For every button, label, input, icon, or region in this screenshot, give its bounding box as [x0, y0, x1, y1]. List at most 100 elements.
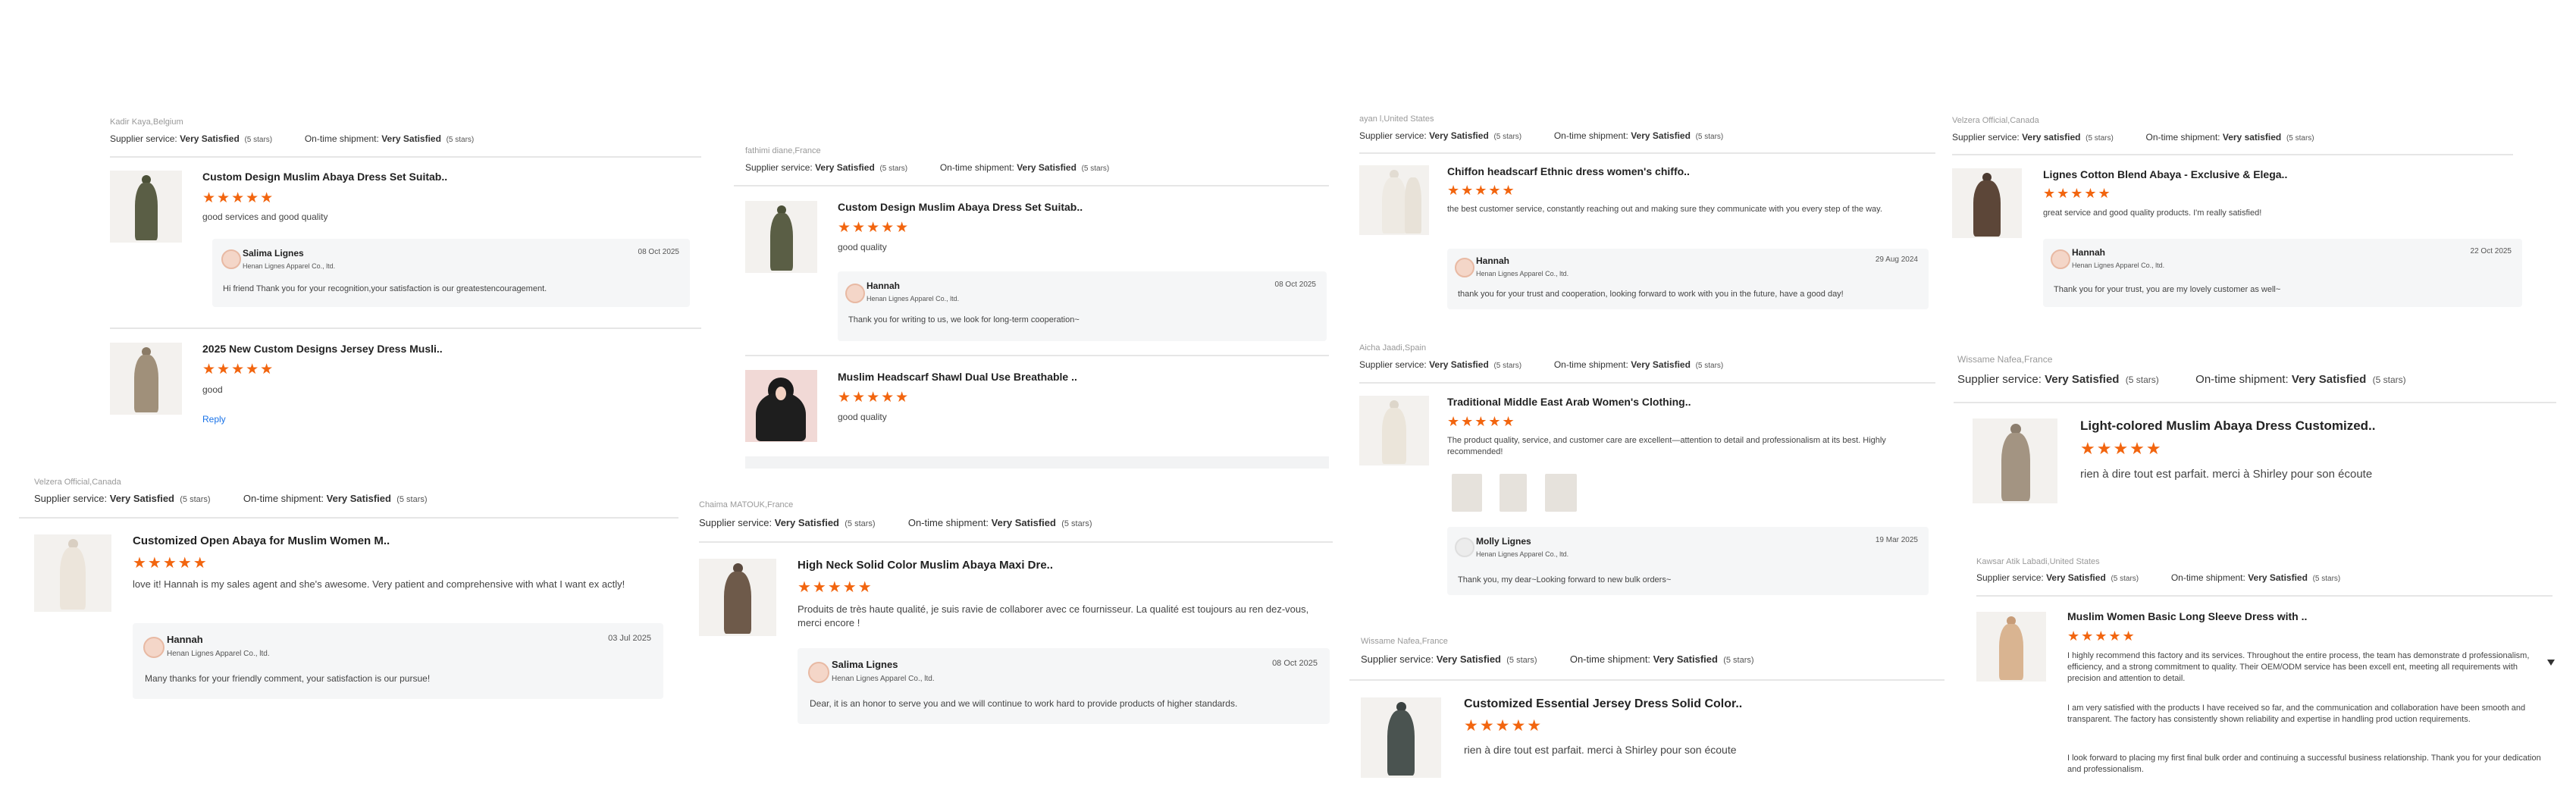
- review-card: Wissame Nafea,France Supplier service: V…: [1349, 637, 1945, 796]
- rating-summary: Supplier service: Very Satisfied (5 star…: [110, 133, 475, 144]
- reply-author: Hannah: [867, 280, 901, 291]
- review-comment: good: [202, 384, 223, 395]
- reviewer-name: Wissame Nafea,France: [1361, 637, 1448, 646]
- product-thumbnail[interactable]: [1952, 168, 2022, 238]
- reply-date: 08 Oct 2025: [1274, 280, 1316, 289]
- product-thumbnail[interactable]: [110, 171, 182, 243]
- star-rating: ★★★★★: [838, 390, 910, 406]
- reply-company: Henan Lignes Apparel Co., ltd.: [1476, 270, 1569, 277]
- review-comment-paragraph: I am very satisfied with the products I …: [2067, 704, 2526, 724]
- supplier-reply: Salima Lignes Henan Lignes Apparel Co., …: [212, 239, 690, 307]
- reviewer-name: Chaima MATOUK,France: [699, 500, 794, 509]
- reply-author: Hannah: [1476, 255, 1510, 266]
- product-thumbnail[interactable]: [1973, 418, 2057, 503]
- product-title[interactable]: Lignes Cotton Blend Abaya - Exclusive & …: [2043, 168, 2287, 180]
- rating-summary: Supplier service: Very Satisfied (5 star…: [1361, 653, 1754, 665]
- reply-date: 08 Oct 2025: [638, 248, 679, 256]
- review-card: ayan l,United States Supplier service: V…: [1359, 112, 1935, 317]
- product-title[interactable]: Muslim Headscarf Shawl Dual Use Breathab…: [838, 371, 1077, 383]
- avatar: [845, 284, 865, 303]
- review-comment: good quality: [838, 412, 887, 422]
- reply-author: Salima Lignes: [832, 659, 898, 670]
- review-comment: rien à dire tout est parfait. merci à Sh…: [1464, 744, 1737, 756]
- product-title[interactable]: Light-colored Muslim Abaya Dress Customi…: [2080, 418, 2376, 434]
- rating-summary: Supplier service: Very satisfied (5 star…: [1952, 132, 2314, 143]
- reply-author: Hannah: [167, 634, 203, 645]
- reply-link[interactable]: Reply: [202, 414, 226, 425]
- rating-summary: Supplier service: Very Satisfied (5 star…: [699, 517, 1092, 528]
- product-title[interactable]: Muslim Women Basic Long Sleeve Dress wit…: [2067, 610, 2307, 622]
- reply-author: Salima Lignes: [243, 248, 304, 259]
- star-rating: ★★★★★: [1464, 717, 1543, 735]
- review-comment: Produits de très haute qualité, je suis …: [798, 603, 1309, 628]
- reply-date: 19 Mar 2025: [1875, 536, 1918, 544]
- review-photo[interactable]: [1545, 474, 1577, 512]
- review-comment: The product quality, service, and custom…: [1447, 436, 1886, 456]
- review-comment: love it! Hannah is my sales agent and sh…: [133, 578, 625, 590]
- product-title[interactable]: Custom Design Muslim Abaya Dress Set Sui…: [838, 201, 1083, 213]
- star-rating: ★★★★★: [202, 362, 275, 378]
- reply-text: Dear, it is an honor to serve you and we…: [810, 698, 1238, 709]
- product-thumbnail[interactable]: [110, 343, 182, 415]
- reply-date: 29 Aug 2024: [1875, 255, 1918, 264]
- product-thumbnail[interactable]: [1359, 396, 1429, 465]
- product-thumbnail[interactable]: [1361, 697, 1441, 778]
- product-thumbnail[interactable]: [34, 534, 111, 612]
- product-thumbnail[interactable]: [745, 201, 817, 273]
- review-card: fathimi diane,France Supplier service: V…: [734, 144, 1329, 470]
- review-card: Kadir Kaya,Belgium Supplier service: Ver…: [110, 114, 701, 432]
- product-title[interactable]: Customized Open Abaya for Muslim Women M…: [133, 534, 390, 547]
- product-thumbnail[interactable]: [1359, 165, 1429, 235]
- reviewer-name: Velzera Official,Canada: [34, 478, 121, 487]
- star-rating: ★★★★★: [798, 579, 873, 596]
- rating-summary: Supplier service: Very Satisfied (5 star…: [34, 493, 428, 504]
- review-card: Velzera Official,Canada Supplier service…: [1952, 114, 2528, 311]
- product-title[interactable]: Custom Design Muslim Abaya Dress Set Sui…: [202, 171, 447, 183]
- rating-summary: Supplier service: Very Satisfied (5 star…: [1957, 373, 2406, 386]
- avatar: [1455, 537, 1474, 557]
- review-comment-paragraph: I look forward to placing my first final…: [2067, 754, 2541, 774]
- scroll-indicator-icon[interactable]: [2547, 660, 2555, 666]
- reply-company: Henan Lignes Apparel Co., ltd.: [832, 675, 935, 683]
- review-comment: rien à dire tout est parfait. merci à Sh…: [2080, 468, 2373, 481]
- review-photo[interactable]: [1452, 474, 1482, 512]
- reply-text: Thank you for writing to us, we look for…: [848, 315, 1080, 324]
- reply-company: Henan Lignes Apparel Co., ltd.: [243, 262, 336, 270]
- product-title[interactable]: Traditional Middle East Arab Women's Clo…: [1447, 396, 1691, 408]
- product-title[interactable]: Chiffon headscarf Ethnic dress women's c…: [1447, 165, 1690, 177]
- star-rating: ★★★★★: [202, 190, 275, 206]
- product-title[interactable]: Customized Essential Jersey Dress Solid …: [1464, 697, 1742, 711]
- reply-date: 22 Oct 2025: [2470, 247, 2512, 255]
- supplier-reply: Hannah Henan Lignes Apparel Co., ltd. 29…: [1447, 249, 1929, 309]
- reply-text: Hi friend Thank you for your recognition…: [223, 284, 547, 293]
- review-comment: great service and good quality products.…: [2043, 208, 2262, 218]
- review-card: Kawsar Atik Labadi,United States Supplie…: [1976, 557, 2552, 785]
- review-card: Velzera Official,Canada Supplier service…: [19, 478, 678, 720]
- supplier-reply: Hannah Henan Lignes Apparel Co., ltd. 03…: [133, 623, 663, 699]
- reviewer-name: Kawsar Atik Labadi,United States: [1976, 557, 2100, 566]
- star-rating: ★★★★★: [1447, 183, 1516, 198]
- star-rating: ★★★★★: [2067, 628, 2136, 644]
- avatar: [221, 249, 241, 269]
- avatar: [2051, 249, 2070, 269]
- product-thumbnail[interactable]: [699, 559, 776, 636]
- reply-author: Hannah: [2072, 247, 2106, 258]
- supplier-reply: Salima Lignes Henan Lignes Apparel Co., …: [798, 648, 1330, 724]
- rating-summary: Supplier service: Very Satisfied (5 star…: [1359, 359, 1724, 370]
- product-thumbnail[interactable]: [1976, 612, 2046, 682]
- star-rating: ★★★★★: [1447, 414, 1516, 429]
- review-card: Chaima MATOUK,France Supplier service: V…: [699, 500, 1333, 728]
- reviewer-name: fathimi diane,France: [745, 146, 821, 155]
- reply-date: 08 Oct 2025: [1272, 659, 1318, 668]
- product-title[interactable]: High Neck Solid Color Muslim Abaya Maxi …: [798, 559, 1053, 572]
- product-thumbnail[interactable]: [745, 370, 817, 442]
- product-title[interactable]: 2025 New Custom Designs Jersey Dress Mus…: [202, 343, 443, 355]
- reviewer-name: ayan l,United States: [1359, 114, 1434, 124]
- star-rating: ★★★★★: [2043, 186, 2112, 201]
- avatar: [143, 637, 165, 658]
- reply-company: Henan Lignes Apparel Co., ltd.: [867, 295, 960, 302]
- supplier-reply: Hannah Henan Lignes Apparel Co., ltd. 08…: [838, 271, 1327, 341]
- reply-text: Thank you, my dear~Looking forward to ne…: [1458, 575, 1672, 584]
- review-photo[interactable]: [1500, 474, 1527, 512]
- reply-company: Henan Lignes Apparel Co., ltd.: [167, 650, 270, 658]
